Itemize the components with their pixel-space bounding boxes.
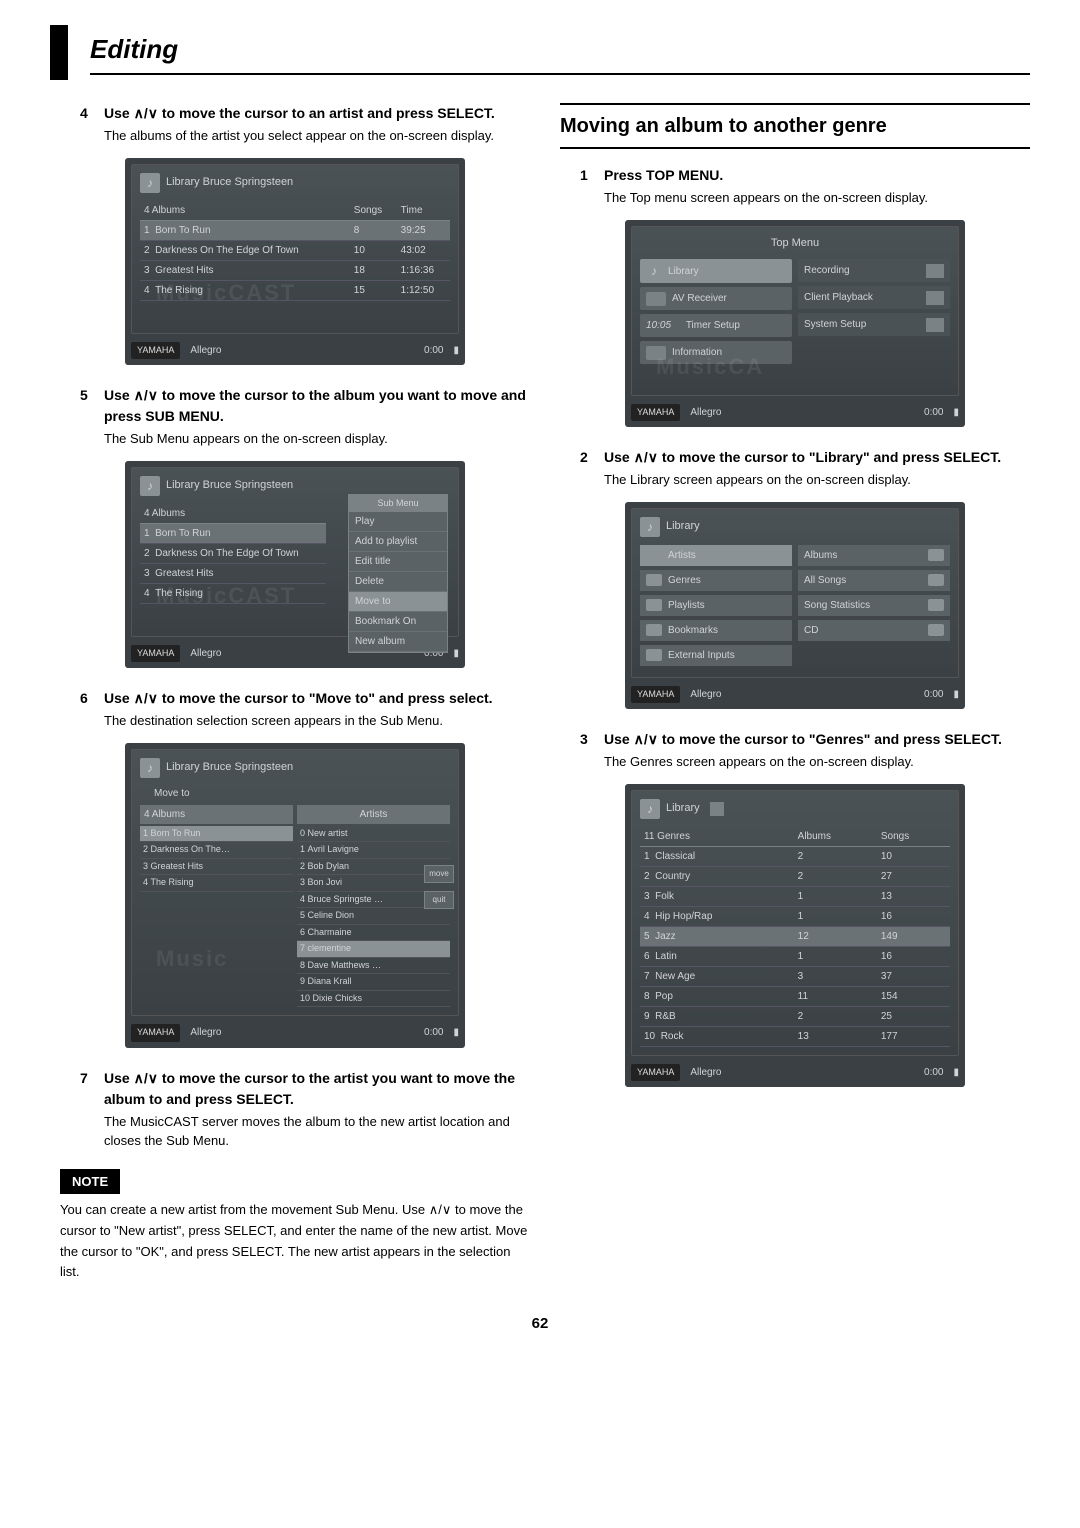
- left-column: 4 Use ∧/∨ to move the cursor to an artis…: [60, 103, 530, 1283]
- note-icon: ♪: [140, 758, 160, 778]
- lib-item-bookmarks: Bookmarks: [640, 620, 792, 641]
- progress-indicator: ▮: [453, 343, 459, 358]
- menu-item-library: ♪Library: [640, 259, 792, 283]
- albums-icon: [928, 549, 944, 561]
- content-columns: 4 Use ∧/∨ to move the cursor to an artis…: [60, 103, 1030, 1283]
- lib-item-genres: Genres: [640, 570, 792, 591]
- step-7: 7 Use ∧/∨ to move the cursor to the arti…: [80, 1068, 530, 1151]
- menu-item-system-setup: System Setup: [798, 313, 950, 336]
- step-1: 1 Press TOP MENU. The Top menu screen ap…: [580, 165, 1030, 208]
- step-4: 4 Use ∧/∨ to move the cursor to an artis…: [80, 103, 530, 146]
- note-icon: ♪: [140, 476, 160, 496]
- side-tab: [50, 25, 68, 80]
- note-icon: ♪: [140, 173, 160, 193]
- note-icon: ♪: [640, 799, 660, 819]
- quit-icon: quit: [424, 891, 454, 909]
- move-to-screenshot: ♪ Library Bruce Springsteen Move to 4 Al…: [125, 743, 465, 1048]
- genres-icon: [646, 574, 662, 586]
- library-screenshot: ♪ Library Artists Genres Playlists Bookm…: [625, 502, 965, 710]
- genre-icon: [710, 802, 724, 816]
- step-title: Use ∧/∨ to move the cursor to an artist …: [104, 103, 530, 124]
- playback-icon: [926, 291, 944, 305]
- move-icon: move: [424, 865, 454, 883]
- note-text: You can create a new artist from the mov…: [60, 1200, 530, 1283]
- brand-badge: YAMAHA: [131, 342, 180, 360]
- stats-icon: [928, 599, 944, 611]
- up-down-icon: ∧/∨: [134, 385, 158, 406]
- breadcrumb: Library Bruce Springsteen: [166, 174, 293, 191]
- watermark: MusicCAST: [156, 276, 296, 309]
- step-5: 5 Use ∧/∨ to move the cursor to the albu…: [80, 385, 530, 449]
- step-3: 3 Use ∧/∨ to move the cursor to "Genres"…: [580, 729, 1030, 772]
- top-menu-screenshot: Top Menu ♪Library AV Receiver 10:05 Time…: [625, 220, 965, 428]
- up-down-icon: ∧/∨: [634, 729, 658, 750]
- page-title: Editing: [90, 30, 1030, 75]
- section-heading: Moving an album to another genre: [560, 103, 1030, 149]
- page-number: 62: [50, 1313, 1030, 1336]
- lib-item-artists: Artists: [640, 545, 792, 566]
- lib-item-statistics: Song Statistics: [798, 595, 950, 616]
- step-number: 4: [80, 103, 94, 124]
- up-down-icon: ∧/∨: [134, 103, 158, 124]
- external-icon: [646, 649, 662, 661]
- receiver-icon: [646, 292, 666, 306]
- menu-item-timer: 10:05 Timer Setup: [640, 314, 792, 337]
- note-icon: ♪: [646, 263, 662, 279]
- lib-item-cd: CD: [798, 620, 950, 641]
- note-icon: ♪: [640, 517, 660, 537]
- cd-icon: [928, 624, 944, 636]
- up-down-icon: ∧/∨: [134, 1068, 158, 1089]
- sub-menu-popup: Sub Menu Play Add to playlist Edit title…: [348, 494, 448, 654]
- lib-item-albums: Albums: [798, 545, 950, 566]
- songs-icon: [928, 574, 944, 586]
- lib-item-external: External Inputs: [640, 645, 792, 666]
- step-body: The albums of the artist you select appe…: [104, 126, 530, 146]
- menu-item-client-playback: Client Playback: [798, 286, 950, 309]
- lib-item-playlists: Playlists: [640, 595, 792, 616]
- move-to-label: Move to: [154, 786, 450, 801]
- step-6: 6 Use ∧/∨ to move the cursor to "Move to…: [80, 688, 530, 731]
- note-label: NOTE: [60, 1169, 120, 1195]
- genres-screenshot: ♪ Library 11 GenresAlbumsSongs 1 Classic…: [625, 784, 965, 1088]
- genres-table: 11 GenresAlbumsSongs 1 Classical210 2 Co…: [640, 827, 950, 1047]
- right-column: Moving an album to another genre 1 Press…: [560, 103, 1030, 1283]
- playlists-icon: [646, 599, 662, 611]
- albums-list-screenshot: ♪ Library Bruce Springsteen 4 AlbumsSong…: [125, 158, 465, 366]
- bookmarks-icon: [646, 624, 662, 636]
- artists-icon: [646, 549, 662, 561]
- setup-icon: [926, 318, 944, 332]
- up-down-icon: ∧/∨: [134, 688, 158, 709]
- step-2: 2 Use ∧/∨ to move the cursor to "Library…: [580, 447, 1030, 490]
- up-down-icon: ∧/∨: [634, 447, 658, 468]
- submenu-screenshot: ♪ Library Bruce Springsteen 4 Albums 1 B…: [125, 461, 465, 669]
- menu-item-recording: Recording: [798, 259, 950, 282]
- recording-icon: [926, 264, 944, 278]
- menu-item-av-receiver: AV Receiver: [640, 287, 792, 310]
- lib-item-all-songs: All Songs: [798, 570, 950, 591]
